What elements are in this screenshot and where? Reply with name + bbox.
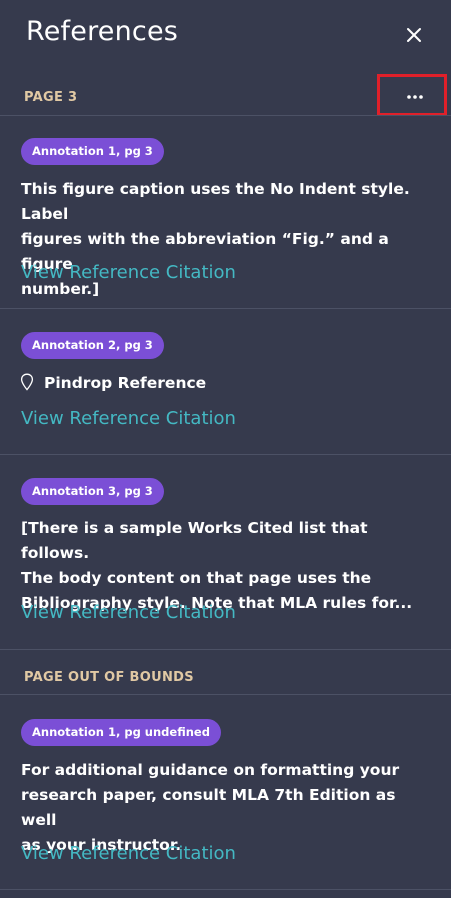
annotation-badge: Annotation 1, pg 3 <box>21 138 164 165</box>
section-header-page-out-of-bounds: PAGE OUT OF BOUNDS <box>0 658 451 698</box>
annotation-badge: Annotation 1, pg undefined <box>21 719 221 746</box>
divider <box>0 649 451 650</box>
view-reference-citation-link[interactable]: View Reference Citation <box>21 408 236 429</box>
panel-header: References <box>0 0 451 70</box>
close-icon <box>407 28 421 42</box>
annotation-text-line: [There is a sample Works Cited list that… <box>21 519 368 562</box>
more-options-button[interactable] <box>377 74 447 116</box>
close-button[interactable] <box>401 22 427 48</box>
annotation-card: Annotation 1, pg undefined For additiona… <box>0 695 451 889</box>
divider <box>0 889 451 890</box>
annotation-text: This figure caption uses the No Indent s… <box>21 177 421 302</box>
annotation-card: Annotation 3, pg 3 [There is a sample Wo… <box>0 455 451 649</box>
panel-title: References <box>26 16 179 47</box>
map-pin-icon <box>20 373 34 391</box>
annotation-text-line: The body content on that page uses the <box>21 569 372 587</box>
more-horizontal-icon <box>407 95 423 99</box>
annotation-text-line: This figure caption uses the No Indent s… <box>21 180 410 223</box>
pindrop-reference-label: Pindrop Reference <box>44 374 207 392</box>
annotation-text-line: research paper, consult MLA 7th Edition … <box>21 786 396 829</box>
section-label: PAGE OUT OF BOUNDS <box>24 670 194 685</box>
view-reference-citation-link[interactable]: View Reference Citation <box>21 262 236 283</box>
references-panel: References PAGE 3 Annotation 1, pg 3 Thi… <box>0 0 451 898</box>
view-reference-citation-link[interactable]: View Reference Citation <box>21 843 236 864</box>
view-reference-citation-link[interactable]: View Reference Citation <box>21 602 236 623</box>
annotation-text: [There is a sample Works Cited list that… <box>21 516 421 616</box>
annotation-badge: Annotation 2, pg 3 <box>21 332 164 359</box>
annotation-card: Annotation 1, pg 3 This figure caption u… <box>0 116 451 308</box>
annotation-badge: Annotation 3, pg 3 <box>21 478 164 505</box>
annotation-text-line: For additional guidance on formatting yo… <box>21 761 400 779</box>
annotation-card: Annotation 2, pg 3 Pindrop Reference Vie… <box>0 309 451 454</box>
section-label: PAGE 3 <box>24 90 78 105</box>
